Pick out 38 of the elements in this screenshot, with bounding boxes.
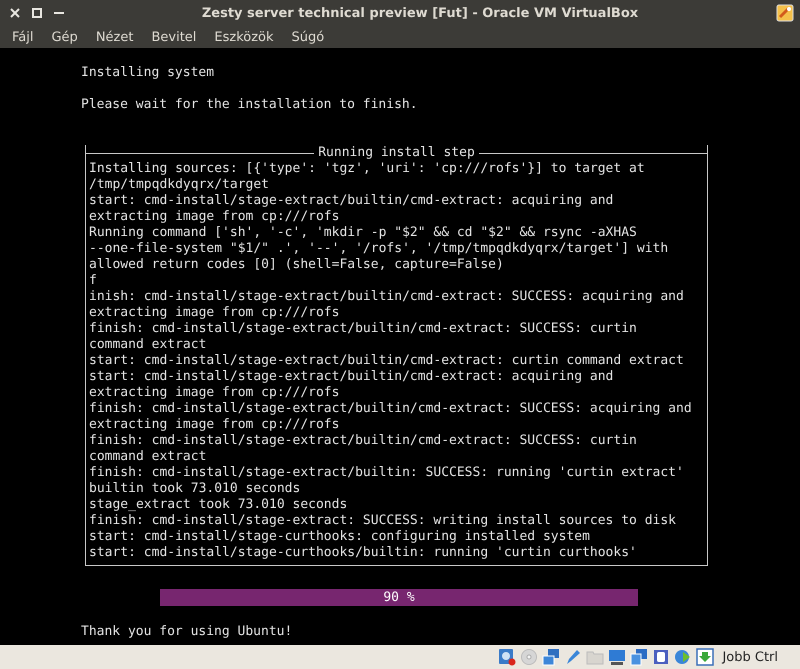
log-line: start: cmd-install/stage-curthooks/builtin: running 'curtin curthooks' xyxy=(89,545,638,561)
heading-text: Installing system xyxy=(81,65,216,81)
log-line: finish: cmd-install/stage-extract/builtin/cmd-extract: SUCCESS: curtin xyxy=(89,321,638,337)
log-line: f xyxy=(89,273,98,289)
log-line: extracting image from cp:///rofs xyxy=(89,305,340,321)
menu-item[interactable]: Gép xyxy=(45,30,84,44)
log-line: stage_extract took 73.010 seconds xyxy=(89,497,348,513)
log-line: finish: cmd-install/stage-extract/builtin: SUCCESS: running 'curtin extract' xyxy=(89,465,685,481)
log-line: extracting image from cp:///rofs xyxy=(89,209,340,225)
window-title: Zesty server technical preview [Fut] - Oracle VM VirtualBox xyxy=(200,6,640,20)
log-line: Installing sources: [{'type': 'tgz', 'uri': 'cp:///rofs'}] to target at xyxy=(89,161,646,177)
log-line: builtin took 73.010 seconds xyxy=(89,481,302,497)
log-line: Running command ['sh', '-c', 'mkdir -p "$2" && cd "$2" && rsync -aXHAS xyxy=(89,225,638,241)
host-key-label: Jobb Ctrl xyxy=(722,650,778,664)
log-line: finish: cmd-install/stage-extract/builtin/cmd-extract: SUCCESS: curtin xyxy=(89,433,638,449)
message-text: Please wait for the installation to finish. xyxy=(81,97,419,113)
log-line: inish: cmd-install/stage-extract/builtin/cmd-extract: SUCCESS: acquiring and xyxy=(89,289,685,305)
log-line: finish: cmd-install/stage-extract/builtin/cmd-extract: SUCCESS: acquiring and xyxy=(89,401,693,417)
log-line: /tmp/tmpqdkdyqrx/target xyxy=(89,177,270,193)
log-line: finish: cmd-install/stage-extract: SUCCESS: writing install sources to disk xyxy=(89,513,677,529)
log-line: start: cmd-install/stage-extract/builtin/cmd-extract: acquiring and xyxy=(89,369,614,385)
log-line: command extract xyxy=(89,449,208,465)
log-line: extracting image from cp:///rofs xyxy=(89,417,340,433)
menu-item[interactable]: Eszközök xyxy=(208,30,280,44)
menu-item[interactable]: Súgó xyxy=(286,30,330,44)
log-line: start: cmd-install/stage-extract/builtin/cmd-extract: acquiring and xyxy=(89,193,614,209)
log-line: command extract xyxy=(89,337,208,353)
menu-item[interactable]: Bevitel xyxy=(145,30,202,44)
progress-bar: 90 % xyxy=(160,589,638,606)
panel-title: Running install step xyxy=(317,145,476,161)
log-line: --one-file-system "$1/" .', '--', '/rofs', '/tmp/tmpqdkdyqrx/target'] with xyxy=(89,241,670,257)
log-line: start: cmd-install/stage-extract/builtin/cmd-extract: curtin command extract xyxy=(89,353,685,369)
footer-text: Thank you for using Ubuntu! xyxy=(81,624,294,640)
log-line: allowed return codes [0] (shell=False, capture=False) xyxy=(89,257,505,273)
menu-item[interactable]: Fájl xyxy=(6,30,40,44)
menu-item[interactable]: Nézet xyxy=(90,30,140,44)
log-line: extracting image from cp:///rofs xyxy=(89,385,340,401)
log-line: start: cmd-install/stage-curthooks: configuring installed system xyxy=(89,529,591,545)
